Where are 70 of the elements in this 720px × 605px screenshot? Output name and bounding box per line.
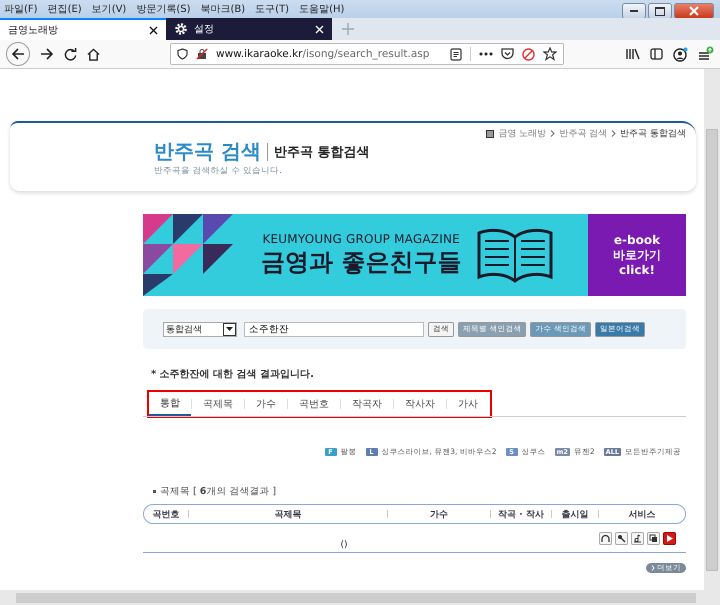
close-icon[interactable] <box>149 26 158 34</box>
page-description: 반주곡을 검색하실 수 있습니다. <box>154 165 283 177</box>
back-button[interactable] <box>6 42 30 66</box>
column-header: 출시일 <box>560 508 590 520</box>
library-icon[interactable] <box>626 48 640 60</box>
breadcrumb-link[interactable]: 금영 노래방 <box>498 127 546 140</box>
menu-item[interactable]: 파일(F) <box>4 2 38 16</box>
microphone-icon[interactable] <box>615 532 628 544</box>
chevron-icon <box>651 565 655 571</box>
close-icon <box>689 6 699 16</box>
gear-icon <box>174 22 188 36</box>
browser-tab[interactable]: 금영노래방 <box>0 18 166 40</box>
ebook-link[interactable]: e-book 바로가기 click! <box>588 214 686 296</box>
result-tab[interactable]: 곡제목 <box>192 393 244 415</box>
menu-item[interactable]: 도움말(H) <box>299 2 344 16</box>
music-note-icon[interactable] <box>631 532 644 544</box>
forward-icon[interactable] <box>40 47 54 61</box>
banner-kicker: KEUMYOUNG GROUP MAGAZINE <box>262 232 460 246</box>
headphones-icon[interactable] <box>599 532 612 544</box>
book-icon <box>475 227 556 283</box>
close-button[interactable] <box>674 3 714 19</box>
column-header: 곡번호 <box>152 508 180 520</box>
horizontal-scrollbar[interactable] <box>0 590 720 605</box>
page-subtitle: 반주곡 통합검색 <box>274 144 370 160</box>
account-icon[interactable] <box>673 46 688 62</box>
page-title: 반주곡 검색 <box>154 138 261 165</box>
result-message: *소주한잔에 대한 검색 결과입니다. <box>151 368 315 381</box>
more-icon[interactable] <box>479 52 493 56</box>
song-title-cell-text: () <box>339 539 349 550</box>
chevron-icon <box>550 130 556 137</box>
reader-icon[interactable] <box>450 48 462 60</box>
menu-item[interactable]: 도구(T) <box>255 2 290 16</box>
chevron-icon <box>611 130 616 137</box>
star-icon[interactable] <box>543 47 557 61</box>
breadcrumb-link[interactable]: 반주곡 통합검색 <box>620 127 686 140</box>
menu-item[interactable]: 방문기록(S) <box>136 2 190 16</box>
result-tab[interactable]: 곡번호 <box>288 393 340 415</box>
maximize-button[interactable] <box>648 3 672 19</box>
vertical-scrollbar[interactable] <box>704 69 720 590</box>
sidebar-icon[interactable] <box>650 48 663 60</box>
banner-headline: 금영과 좋은친구들 <box>261 247 462 278</box>
reload-icon[interactable] <box>64 48 77 60</box>
menu-item[interactable]: 보기(V) <box>92 2 126 16</box>
shield-icon <box>177 48 188 60</box>
result-tab[interactable]: 가수 <box>245 393 287 415</box>
address-bar[interactable]: www.ikaraoke.kr/isong/search_result.asp <box>170 43 564 65</box>
video-play-icon[interactable] <box>663 532 676 544</box>
section-title: 곡제목 [ 6개의 검색결과 ] <box>160 485 276 498</box>
search-field[interactable]: 소주한잔 <box>244 322 424 336</box>
blocked-icon[interactable] <box>522 48 535 60</box>
result-tab[interactable]: 가사 <box>447 393 489 415</box>
breadcrumb-link[interactable]: 반주곡 검색 <box>559 127 608 140</box>
browser-tab[interactable]: 설정 <box>166 18 332 40</box>
back-arrow-icon <box>11 47 25 61</box>
column-header: 서비스 <box>628 508 656 520</box>
column-header: 작곡 · 작사 <box>497 508 545 520</box>
minimize-button[interactable] <box>622 3 646 19</box>
pocket-icon[interactable] <box>501 48 514 60</box>
copy-icon[interactable] <box>647 532 660 544</box>
scope-dropdown[interactable]: 통합검색 <box>163 322 237 336</box>
result-tab[interactable]: 작사자 <box>394 393 446 415</box>
menu-item[interactable]: 편집(E) <box>48 2 82 16</box>
menu-item[interactable]: 북마크(B) <box>200 2 246 16</box>
magazine-banner[interactable]: KEUMYOUNG GROUP MAGAZINE 금영과 좋은친구들 e-book 바로가기 click! <box>143 214 686 296</box>
result-tab[interactable]: 작곡자 <box>341 393 393 415</box>
menu-icon[interactable] <box>698 46 714 62</box>
column-header: 가수 <box>429 508 449 520</box>
caret-icon <box>226 327 233 331</box>
column-header: 곡제목 <box>274 508 302 520</box>
insecure-lock-icon <box>196 48 208 60</box>
